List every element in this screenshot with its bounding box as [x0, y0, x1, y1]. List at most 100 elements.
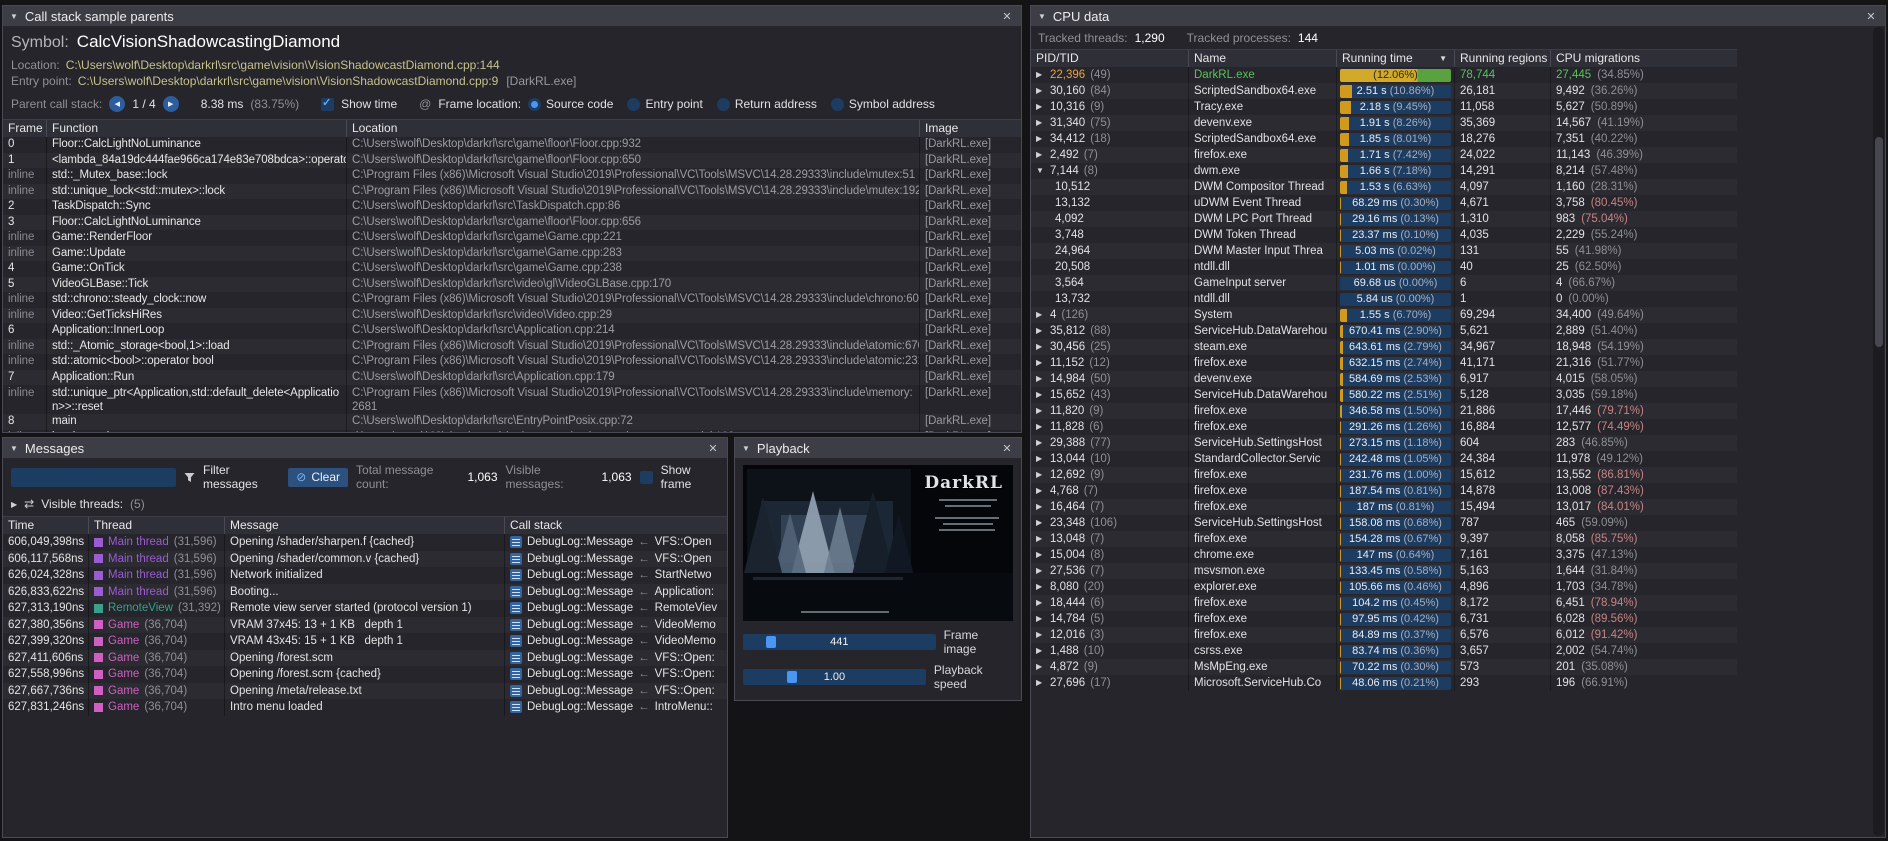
- col-running-time[interactable]: Running time▼: [1337, 50, 1455, 67]
- cpu-row[interactable]: ▶4(126)System1.55 s (6.70%)69,29434,400(…: [1031, 307, 1737, 323]
- message-row[interactable]: 606,117,568nsMain thread(31,596)Opening …: [3, 551, 727, 568]
- callstack-frame-row[interactable]: inlineinvoke_maind:\agent\_work\63\s\src…: [3, 430, 1021, 434]
- expand-arrow-icon[interactable]: ▶: [1036, 355, 1045, 371]
- collapse-arrow-icon[interactable]: ▼: [10, 12, 18, 21]
- message-row[interactable]: 627,313,190nsRemoteView(31,392)Remote vi…: [3, 600, 727, 617]
- cpu-row[interactable]: ▶8,080(20)explorer.exe105.66 ms (0.46%)4…: [1031, 579, 1737, 595]
- cpu-row[interactable]: 13,132uDWM Event Thread68.29 ms (0.30%)4…: [1031, 195, 1737, 211]
- callstack-frame-row[interactable]: inlinestd::unique_lock<std::mutex>::lock…: [3, 184, 1021, 200]
- frame-image-slider[interactable]: 441: [743, 634, 936, 650]
- cpu-row[interactable]: ▶15,652(43)ServiceHub.DataWarehou580.22 …: [1031, 387, 1737, 403]
- cpu-row[interactable]: ▶11,820(9)firefox.exe346.58 ms (1.50%)21…: [1031, 403, 1737, 419]
- expand-arrow-icon[interactable]: ▶: [1036, 643, 1045, 659]
- callstack-icon[interactable]: [510, 668, 522, 680]
- expand-arrow-icon[interactable]: ▶: [1036, 451, 1045, 467]
- cpu-row[interactable]: ▶18,444(6)firefox.exe104.2 ms (0.45%)8,1…: [1031, 595, 1737, 611]
- col-name[interactable]: Name: [1189, 50, 1337, 67]
- clear-button[interactable]: ⊘ Clear: [288, 468, 348, 487]
- col-pid-tid[interactable]: PID/TID: [1031, 50, 1189, 67]
- cpu-row[interactable]: ▶27,696(17)Microsoft.ServiceHub.Co48.06 …: [1031, 675, 1737, 691]
- callstack-frame-row[interactable]: inlineVideo::GetTicksHiResC:\Users\wolf\…: [3, 308, 1021, 324]
- expand-arrow-icon[interactable]: ▶: [1036, 307, 1045, 323]
- col-running-regions[interactable]: Running regions: [1455, 50, 1551, 67]
- close-icon[interactable]: ✕: [1000, 10, 1014, 23]
- cpu-row[interactable]: ▶34,412(18)ScriptedSandbox64.exe1.85 s (…: [1031, 131, 1737, 147]
- callstack-frame-row[interactable]: inlinestd::atomic<bool>::operator boolC:…: [3, 354, 1021, 370]
- expand-arrow-icon[interactable]: ▶: [1036, 371, 1045, 387]
- expand-arrow-icon[interactable]: ▶: [1036, 419, 1045, 435]
- collapse-arrow-icon[interactable]: ▼: [742, 444, 750, 453]
- callstack-icon[interactable]: [510, 635, 522, 647]
- cpu-row[interactable]: ▶14,784(5)firefox.exe97.95 ms (0.42%)6,7…: [1031, 611, 1737, 627]
- expand-arrow-icon[interactable]: ▶: [1036, 659, 1045, 675]
- callstack-frame-row[interactable]: inlinestd::_Atomic_storage<bool,1>::load…: [3, 339, 1021, 355]
- callstack-icon[interactable]: [510, 569, 522, 581]
- expand-arrow-icon[interactable]: ▶: [1036, 323, 1045, 339]
- playback-frame-image[interactable]: DarkRL: [743, 465, 1013, 621]
- callstack-frame-row[interactable]: 6Application::InnerLoopC:\Users\wolf\Des…: [3, 323, 1021, 339]
- cpu-row[interactable]: ▶10,316(9)Tracy.exe2.18 s (9.45%)11,0585…: [1031, 99, 1737, 115]
- callstack-icon[interactable]: [510, 652, 522, 664]
- cpu-row[interactable]: 24,964DWM Master Input Threa5.03 ms (0.0…: [1031, 243, 1737, 259]
- expand-arrow-icon[interactable]: ▶: [1036, 547, 1045, 563]
- callstack-frame-row[interactable]: 5VideoGLBase::TickC:\Users\wolf\Desktop\…: [3, 277, 1021, 293]
- callstack-frame-row[interactable]: inlinestd::unique_ptr<Application,std::d…: [3, 385, 1021, 414]
- message-row[interactable]: 627,380,356nsGame(36,704)VRAM 37x45: 13 …: [3, 617, 727, 634]
- messages-titlebar[interactable]: ▼ Messages ✕: [3, 438, 727, 458]
- cpu-row[interactable]: ▶2,492(7)firefox.exe1.71 s (7.42%)24,022…: [1031, 147, 1737, 163]
- expand-arrow-icon[interactable]: ▶: [1036, 131, 1045, 147]
- expand-arrow-icon[interactable]: ▶: [1036, 595, 1045, 611]
- cpu-row[interactable]: 20,508ntdll.dll1.01 ms (0.00%)4025(62.50…: [1031, 259, 1737, 275]
- expand-arrow-icon[interactable]: ▶: [1036, 499, 1045, 515]
- cpu-scrollbar-thumb[interactable]: [1875, 137, 1883, 347]
- expand-arrow-icon[interactable]: ▶: [1036, 627, 1045, 643]
- expand-arrow-icon[interactable]: ▶: [1036, 515, 1045, 531]
- cpu-row[interactable]: ▶35,812(88)ServiceHub.DataWarehou670.41 …: [1031, 323, 1737, 339]
- callstack-icon[interactable]: [510, 685, 522, 697]
- cpu-row[interactable]: ▶27,536(7)msvsmon.exe133.45 ms (0.58%)5,…: [1031, 563, 1737, 579]
- close-icon[interactable]: ✕: [1000, 442, 1014, 455]
- show-frame-checkbox[interactable]: [640, 471, 653, 484]
- message-row[interactable]: 627,411,606nsGame(36,704)Opening /forest…: [3, 650, 727, 667]
- message-row[interactable]: 627,558,996nsGame(36,704)Opening /forest…: [3, 666, 727, 683]
- prev-parent-button[interactable]: ◀: [109, 96, 125, 112]
- cpu-row[interactable]: 13,732ntdll.dll5.84 us (0.00%)10(0.00%): [1031, 291, 1737, 307]
- expand-arrow-icon[interactable]: ▶: [1036, 531, 1045, 547]
- expand-arrow-icon[interactable]: ▶: [1036, 435, 1045, 451]
- cpu-row[interactable]: ▶30,160(84)ScriptedSandbox64.exe2.51 s (…: [1031, 83, 1737, 99]
- expand-arrow-icon[interactable]: ▶: [11, 500, 17, 509]
- expand-arrow-icon[interactable]: ▶: [1036, 387, 1045, 403]
- cpu-row[interactable]: ▶16,464(7)firefox.exe187 ms (0.81%)15,49…: [1031, 499, 1737, 515]
- message-row[interactable]: 627,831,246nsGame(36,704)Intro menu load…: [3, 699, 727, 716]
- cpu-row[interactable]: 4,092DWM LPC Port Thread29.16 ms (0.13%)…: [1031, 211, 1737, 227]
- expand-arrow-icon[interactable]: ▶: [1036, 115, 1045, 131]
- callstack-frame-row[interactable]: 2TaskDispatch::SyncC:\Users\wolf\Desktop…: [3, 199, 1021, 215]
- expand-arrow-icon[interactable]: ▼: [1036, 163, 1045, 179]
- expand-arrow-icon[interactable]: ▶: [1036, 83, 1045, 99]
- callstack-frame-row[interactable]: inlinestd::_Mutex_base::lockC:\Program F…: [3, 168, 1021, 184]
- callstack-frame-row[interactable]: inlineGame::RenderFloorC:\Users\wolf\Des…: [3, 230, 1021, 246]
- message-row[interactable]: 626,024,328nsMain thread(31,596)Network …: [3, 567, 727, 584]
- message-row[interactable]: 627,667,736nsGame(36,704)Opening /meta/r…: [3, 683, 727, 700]
- cpu-row[interactable]: ▶14,984(50)devenv.exe584.69 ms (2.53%)6,…: [1031, 371, 1737, 387]
- callstack-frame-row[interactable]: 3Floor::CalcLightNoLuminanceC:\Users\wol…: [3, 215, 1021, 231]
- callstack-icon[interactable]: [510, 553, 522, 565]
- callstack-frame-row[interactable]: 8mainC:\Users\wolf\Desktop\darkrl\src\En…: [3, 414, 1021, 430]
- cpu-row[interactable]: ▼7,144(8)dwm.exe1.66 s (7.18%)14,2918,21…: [1031, 163, 1737, 179]
- callstack-icon[interactable]: [510, 602, 522, 614]
- expand-arrow-icon[interactable]: ▶: [1036, 67, 1045, 83]
- expand-arrow-icon[interactable]: ▶: [1036, 675, 1045, 691]
- callstack-icon[interactable]: [510, 536, 522, 548]
- callstack-icon[interactable]: [510, 586, 522, 598]
- callstack-icon[interactable]: [510, 619, 522, 631]
- expand-arrow-icon[interactable]: ▶: [1036, 483, 1045, 499]
- cpu-row[interactable]: ▶13,048(7)firefox.exe154.28 ms (0.67%)9,…: [1031, 531, 1737, 547]
- cpu-row[interactable]: ▶23,348(106)ServiceHub.SettingsHost158.0…: [1031, 515, 1737, 531]
- callstack-frame-row[interactable]: 0Floor::CalcLightNoLuminanceC:\Users\wol…: [3, 137, 1021, 153]
- message-row[interactable]: 626,833,622nsMain thread(31,596)Booting.…: [3, 584, 727, 601]
- close-icon[interactable]: ✕: [706, 442, 720, 455]
- collapse-arrow-icon[interactable]: ▼: [1038, 12, 1046, 21]
- collapse-arrow-icon[interactable]: ▼: [10, 444, 18, 453]
- frame-location-radio[interactable]: [717, 98, 730, 111]
- close-icon[interactable]: ✕: [1864, 10, 1878, 23]
